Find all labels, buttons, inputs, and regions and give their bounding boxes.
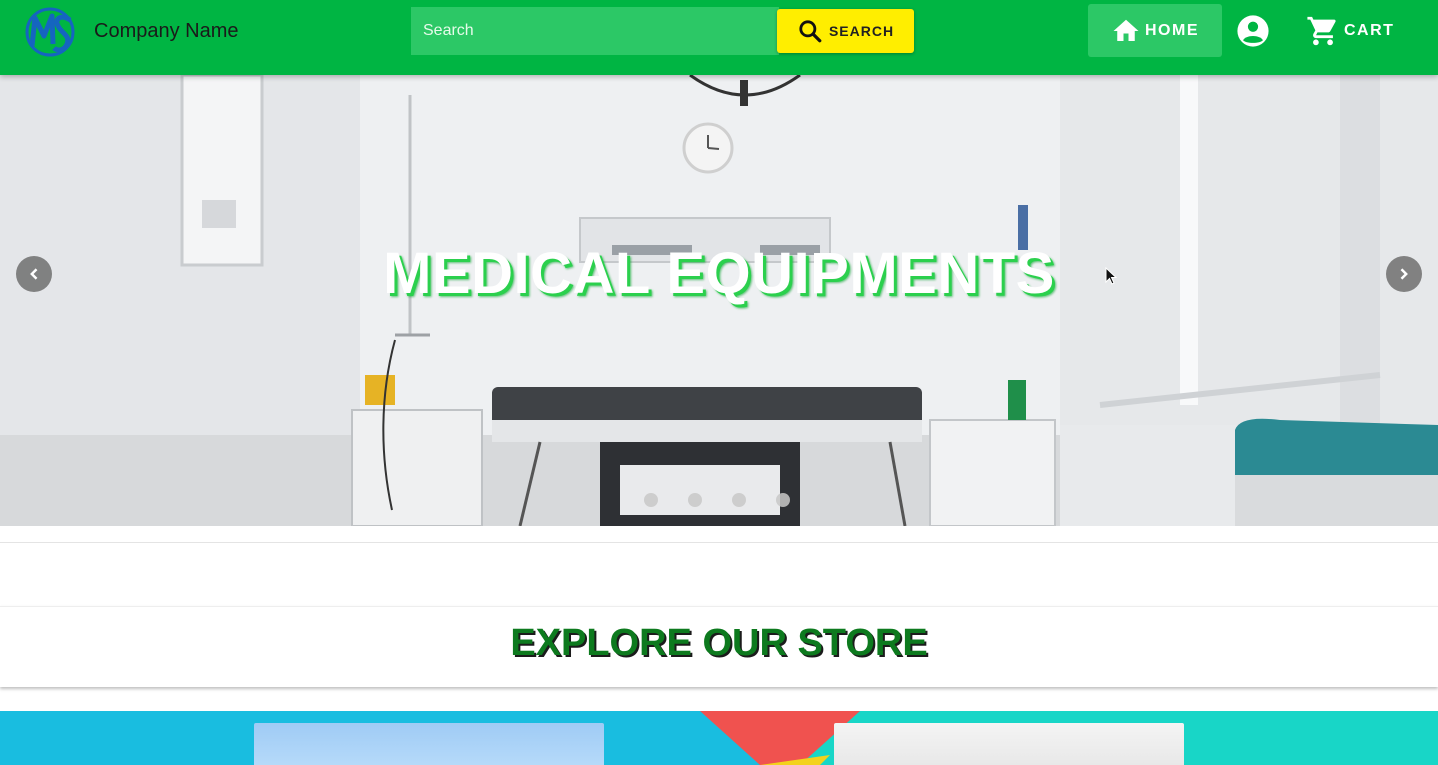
section-divider [0,542,1438,543]
home-icon [1113,19,1139,41]
home-button[interactable]: HOME [1088,4,1222,57]
carousel-dot[interactable] [732,493,746,507]
carousel-dot[interactable] [688,493,702,507]
company-logo[interactable] [24,6,78,58]
cart-button[interactable]: CART [1306,12,1394,50]
store-banner [0,711,1438,765]
explore-title: EXPLORE OUR STORE [510,622,928,664]
search-button[interactable]: SEARCH [777,9,914,53]
store-category-card[interactable] [254,723,604,765]
carousel-dot[interactable] [644,493,658,507]
company-name: Company Name [94,20,239,42]
carousel-prev-button[interactable] [16,256,52,292]
mouse-cursor-icon [1105,267,1118,285]
banner-background [0,711,1438,765]
account-circle-icon[interactable] [1236,14,1270,48]
shopping-cart-icon [1307,16,1336,46]
chevron-left-icon [30,268,38,280]
chevron-right-icon [1400,268,1408,280]
top-app-bar: Company Name SEARCH HOME CART [0,0,1438,75]
search-input[interactable] [411,7,779,55]
hero-carousel: MEDICAL EQUIPMENTS [0,75,1438,526]
hero-title: MEDICAL EQUIPMENTS [383,241,1055,306]
carousel-next-button[interactable] [1386,256,1422,292]
search-icon [799,20,822,43]
home-button-label: HOME [1145,21,1199,39]
explore-section: EXPLORE OUR STORE [0,606,1438,687]
carousel-dot[interactable] [776,493,790,507]
store-category-card[interactable] [834,723,1184,765]
carousel-indicators [644,493,790,507]
cart-button-label: CART [1344,22,1395,39]
search-button-label: SEARCH [828,23,895,39]
